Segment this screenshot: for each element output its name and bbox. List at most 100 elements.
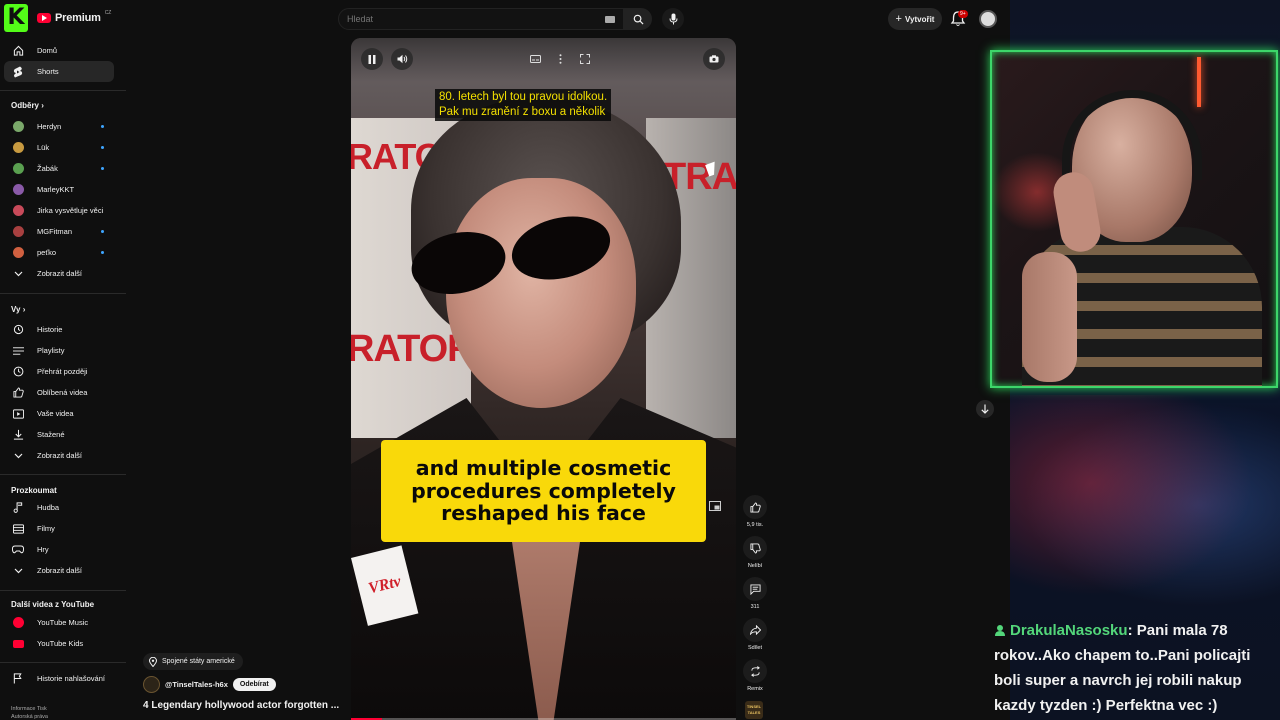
- search-box: [338, 8, 624, 30]
- footer-links-2[interactable]: Autorská práva: [11, 714, 48, 720]
- streamer-webcam: [990, 50, 1278, 388]
- youtube-logo[interactable]: Premium CZ: [37, 10, 111, 24]
- sidebar-item-label: Vaše videa: [37, 409, 74, 418]
- search-button[interactable]: [624, 8, 652, 30]
- sidebar-item-shorts[interactable]: Shorts: [4, 61, 114, 82]
- share-action[interactable]: Sdílet: [742, 618, 768, 651]
- like-button[interactable]: [743, 495, 767, 519]
- caption-text: and multiple cosmetic procedures complet…: [411, 456, 676, 526]
- sidebar-item-history[interactable]: Historie: [4, 319, 114, 340]
- sidebar-item-youtube-music[interactable]: YouTube Music: [4, 612, 114, 633]
- sidebar-item-playlists[interactable]: Playlisty: [4, 340, 114, 361]
- pause-button[interactable]: [361, 48, 383, 70]
- divider: [0, 90, 126, 91]
- screenshot-button[interactable]: [703, 48, 725, 70]
- chevron-down-icon: [11, 449, 25, 463]
- keyboard-icon[interactable]: [605, 16, 615, 23]
- channel-name: Herdyn: [37, 122, 62, 131]
- music-note-icon: [11, 501, 25, 515]
- sidebar-item-label: Stažené: [37, 430, 65, 439]
- volume-icon: [397, 54, 407, 64]
- sidebar-channel-herdyn[interactable]: Herdyn: [4, 116, 114, 137]
- history-icon: [11, 323, 25, 337]
- volume-button[interactable]: [391, 48, 413, 70]
- comments-action[interactable]: 311: [742, 577, 768, 610]
- sidebar-channel-zabak[interactable]: Žabák: [4, 158, 114, 179]
- dislike-action[interactable]: Nelíbí: [742, 536, 768, 569]
- sidebar-channel-jirka[interactable]: Jirka vysvětluje věci: [4, 200, 114, 221]
- channel-thumbnail[interactable]: TINSEL TALES: [745, 701, 763, 719]
- video-title[interactable]: 4 Legendary hollywood actor forgotten ..…: [143, 700, 339, 711]
- camera-icon: [709, 55, 719, 63]
- sidebar-channel-marleykkt[interactable]: MarleyKKT: [4, 179, 114, 200]
- shorts-video-player[interactable]: RATOR RATOR TRA VRtv 80. letech byl tou …: [351, 38, 736, 720]
- channel-avatar: [12, 184, 24, 195]
- sidebar-channel-luk[interactable]: Lük: [4, 137, 114, 158]
- subtitle-line: 80. letech byl tou pravou idolkou.: [439, 91, 608, 103]
- new-content-dot: [101, 251, 104, 254]
- remix-icon: [750, 665, 760, 677]
- sidebar-item-movies[interactable]: Filmy: [4, 518, 114, 539]
- remix-button[interactable]: [743, 659, 767, 683]
- account-avatar[interactable]: [979, 10, 997, 28]
- sidebar-channel-petko[interactable]: peťko: [4, 242, 114, 263]
- search-icon: [633, 14, 644, 25]
- sidebar-item-home[interactable]: Domů: [4, 40, 114, 61]
- create-button[interactable]: + Vytvořit: [888, 8, 942, 30]
- sidebar-item-your-videos[interactable]: Vaše videa: [4, 403, 114, 424]
- you-heading[interactable]: Vy ›: [11, 305, 25, 314]
- divider: [0, 474, 126, 475]
- sidebar-item-downloads[interactable]: Stažené: [4, 424, 114, 445]
- sidebar-item-label: Oblíbená videa: [37, 388, 88, 397]
- youtube-kids-icon: [12, 639, 24, 648]
- sidebar-item-label: YouTube Kids: [37, 639, 84, 648]
- more-options-button[interactable]: [549, 48, 571, 70]
- divider: [0, 590, 126, 591]
- footer-links[interactable]: Informace Tisk: [11, 706, 47, 712]
- voice-search-button[interactable]: [662, 8, 684, 30]
- streamer-arm: [1022, 252, 1077, 382]
- comments-button[interactable]: [743, 577, 767, 601]
- captions-icon: [529, 55, 541, 63]
- sidebar-show-more-explore[interactable]: Zobrazit další: [4, 560, 114, 581]
- sidebar-show-more-you[interactable]: Zobrazit další: [4, 445, 114, 466]
- subscribe-button[interactable]: Odebírat: [232, 678, 276, 691]
- share-label: Sdílet: [747, 645, 763, 651]
- top-bar: K Premium CZ + Vytvořit 9+: [0, 0, 1010, 40]
- dislike-label: Nelíbí: [747, 563, 763, 569]
- channel-avatar: [12, 205, 24, 216]
- search-input[interactable]: [347, 14, 587, 24]
- captions-button[interactable]: [524, 48, 546, 70]
- sidebar-item-watch-later[interactable]: Přehrát později: [4, 361, 114, 382]
- sidebar-item-liked[interactable]: Oblíbená videa: [4, 382, 114, 403]
- subscriptions-heading[interactable]: Odběry ›: [11, 101, 44, 110]
- sidebar-item-label: Historie nahlašování: [37, 674, 105, 683]
- next-video-button[interactable]: [976, 400, 994, 418]
- sidebar-item-report-history[interactable]: Historie nahlašování: [4, 668, 114, 689]
- sidebar-item-youtube-kids[interactable]: YouTube Kids: [4, 633, 114, 654]
- location-chip[interactable]: Spojené státy americké: [143, 653, 243, 670]
- notification-badge: 9+: [958, 10, 968, 18]
- shorts-icon: [11, 65, 25, 79]
- new-content-dot: [101, 125, 104, 128]
- sidebar-item-gaming[interactable]: Hry: [4, 539, 114, 560]
- sidebar-show-more-subs[interactable]: Zobrazit další: [4, 263, 114, 284]
- new-content-dot: [101, 167, 104, 170]
- dislike-button[interactable]: [743, 536, 767, 560]
- brand-label: Premium: [55, 12, 101, 24]
- channel-name[interactable]: @TinselTales-h6x: [165, 680, 228, 689]
- headset: [1062, 90, 1202, 180]
- remix-action[interactable]: Remix: [742, 659, 768, 692]
- sidebar-item-label: Shorts: [37, 67, 59, 76]
- webcam-neon-light: [1197, 57, 1201, 107]
- channel-avatar[interactable]: [143, 676, 160, 693]
- new-content-dot: [101, 146, 104, 149]
- picture-in-picture-button[interactable]: [706, 497, 724, 515]
- sidebar-channel-mgfitman[interactable]: MGFitman: [4, 221, 114, 242]
- like-action[interactable]: 5,9 tis.: [742, 495, 768, 528]
- chevron-down-icon: [11, 267, 25, 281]
- fullscreen-button[interactable]: [574, 48, 596, 70]
- share-button[interactable]: [743, 618, 767, 642]
- sidebar-item-music[interactable]: Hudba: [4, 497, 114, 518]
- video-icon: [11, 407, 25, 421]
